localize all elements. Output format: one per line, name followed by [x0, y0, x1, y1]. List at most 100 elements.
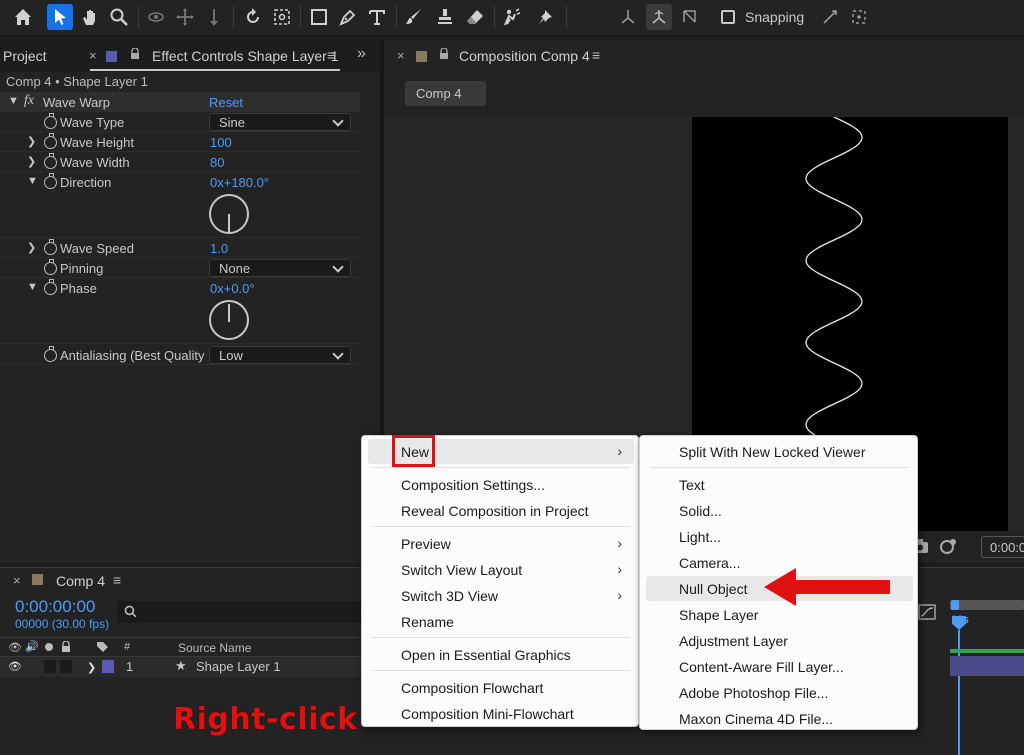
wave-type-dropdown[interactable]: Sine: [209, 113, 351, 131]
close-tab-icon[interactable]: ×: [13, 573, 21, 588]
lock-icon[interactable]: [61, 640, 71, 653]
work-area-bar[interactable]: [950, 600, 1024, 610]
tab-project[interactable]: Project: [3, 48, 47, 64]
menu-item-reveal-composition[interactable]: Reveal Composition in Project: [368, 498, 634, 523]
menu-item-text[interactable]: Text: [646, 472, 913, 497]
comp-navigator-button[interactable]: Comp 4: [405, 81, 486, 106]
lock-toggle[interactable]: [60, 660, 72, 673]
chevron-down-icon[interactable]: ▼: [27, 175, 38, 187]
lock-icon[interactable]: [439, 47, 449, 60]
menu-item-preview[interactable]: Preview ›: [368, 531, 634, 556]
panel-menu-icon[interactable]: ≡: [592, 47, 600, 63]
layer-name[interactable]: Shape Layer 1: [196, 659, 281, 674]
pan-camera-icon[interactable]: [172, 4, 198, 30]
selection-tool-icon[interactable]: [47, 4, 73, 30]
stopwatch-icon[interactable]: [44, 279, 57, 295]
phase-value[interactable]: 0x+0.0°: [210, 281, 255, 296]
stopwatch-icon[interactable]: [44, 239, 57, 255]
eraser-tool-icon[interactable]: [462, 4, 488, 30]
wave-width-value[interactable]: 80: [210, 155, 224, 170]
brush-tool-icon[interactable]: [401, 4, 427, 30]
timeline-track-area[interactable]: 10s: [950, 598, 1024, 755]
snap-edges-icon[interactable]: [817, 4, 843, 30]
clone-stamp-tool-icon[interactable]: [432, 4, 458, 30]
menu-item-split-with-new-locked-viewer[interactable]: Split With New Locked Viewer: [646, 439, 913, 464]
panel-menu-icon[interactable]: ≡: [327, 47, 335, 63]
chevron-down-icon[interactable]: ▼: [27, 281, 38, 293]
timeline-search-input[interactable]: [117, 601, 362, 623]
eye-icon[interactable]: 👁: [8, 641, 22, 654]
direction-dial[interactable]: [209, 194, 249, 234]
rectangle-tool-icon[interactable]: [306, 4, 332, 30]
close-tab-icon[interactable]: ×: [397, 48, 405, 63]
menu-item-open-essential-graphics[interactable]: Open in Essential Graphics: [368, 642, 634, 667]
layer-label-color[interactable]: [102, 660, 114, 673]
menu-item-light[interactable]: Light...: [646, 524, 913, 549]
stopwatch-icon[interactable]: [44, 153, 57, 169]
menu-item-adobe-photoshop-file[interactable]: Adobe Photoshop File...: [646, 680, 913, 705]
menu-item-rename[interactable]: Rename: [368, 609, 634, 634]
audio-icon[interactable]: 🔊: [25, 640, 39, 653]
chevron-right-icon[interactable]: ❯: [87, 661, 96, 674]
direction-value[interactable]: 0x+180.0°: [210, 175, 269, 190]
graph-editor-icon[interactable]: [918, 603, 936, 621]
chevron-right-icon[interactable]: ❯: [27, 135, 36, 148]
reset-link[interactable]: Reset: [209, 95, 243, 110]
tab-timeline-comp[interactable]: Comp 4: [56, 573, 105, 589]
panel-menu-icon[interactable]: ≡: [113, 572, 121, 588]
puppet-pin-tool-icon[interactable]: [533, 4, 559, 30]
world-axis-mode-icon[interactable]: [646, 4, 672, 30]
stopwatch-icon[interactable]: [44, 113, 57, 129]
stopwatch-icon[interactable]: [44, 259, 57, 275]
antialiasing-dropdown[interactable]: Low: [209, 346, 351, 364]
tab-composition[interactable]: Composition Comp 4: [459, 48, 590, 64]
layer-duration-bar[interactable]: [950, 649, 1024, 653]
pinning-dropdown[interactable]: None: [209, 259, 351, 277]
label-tag-icon[interactable]: [96, 641, 109, 653]
phase-dial[interactable]: [209, 300, 249, 340]
hand-tool-icon[interactable]: [77, 4, 103, 30]
work-area-start-handle[interactable]: [951, 600, 959, 610]
timeline-timecode[interactable]: 0:00:00:00: [15, 597, 95, 617]
lock-icon[interactable]: [130, 47, 140, 60]
show-snapshot-icon[interactable]: [938, 537, 958, 555]
menu-item-maxon-cinema-4d-file[interactable]: Maxon Cinema 4D File...: [646, 706, 913, 731]
view-axis-mode-icon[interactable]: [677, 4, 703, 30]
anchor-point-tool-icon[interactable]: [269, 4, 295, 30]
menu-item-composition-settings[interactable]: Composition Settings...: [368, 472, 634, 497]
column-source-name[interactable]: Source Name: [178, 641, 251, 655]
stopwatch-icon[interactable]: [44, 133, 57, 149]
zoom-tool-icon[interactable]: [106, 4, 132, 30]
menu-item-content-aware-fill-layer[interactable]: Content-Aware Fill Layer...: [646, 654, 913, 679]
menu-item-switch-3d-view[interactable]: Switch 3D View ›: [368, 583, 634, 608]
rotate-tool-icon[interactable]: [240, 4, 266, 30]
tab-effect-controls[interactable]: Effect Controls Shape Layer 1: [152, 48, 339, 64]
local-axis-mode-icon[interactable]: [615, 4, 641, 30]
stopwatch-icon[interactable]: [44, 173, 57, 189]
orbit-camera-icon[interactable]: [143, 4, 169, 30]
wave-speed-value[interactable]: 1.0: [210, 241, 228, 256]
current-time-field[interactable]: 0:00:0: [981, 536, 1024, 558]
solo-icon[interactable]: [45, 643, 53, 651]
roto-brush-tool-icon[interactable]: [499, 4, 525, 30]
snapping-checkbox[interactable]: [721, 10, 735, 24]
eye-icon[interactable]: 👁: [8, 660, 22, 673]
type-tool-icon[interactable]: [364, 4, 390, 30]
menu-item-switch-view-layout[interactable]: Switch View Layout ›: [368, 557, 634, 582]
solo-toggle[interactable]: [44, 660, 56, 673]
playhead-icon[interactable]: [952, 616, 966, 630]
layer-row[interactable]: 👁 ❯ 1 ★ Shape Layer 1: [0, 657, 362, 677]
stopwatch-icon[interactable]: [44, 346, 57, 362]
pen-tool-icon[interactable]: [335, 4, 361, 30]
layer-bar[interactable]: [950, 656, 1024, 676]
expand-panels-icon[interactable]: »: [357, 45, 366, 63]
chevron-right-icon[interactable]: ❯: [27, 155, 36, 168]
close-tab-icon[interactable]: ×: [89, 48, 97, 63]
menu-item-composition-flowchart[interactable]: Composition Flowchart: [368, 675, 634, 700]
snap-features-icon[interactable]: [846, 4, 872, 30]
wave-height-value[interactable]: 100: [210, 135, 232, 150]
menu-item-composition-mini-flowchart[interactable]: Composition Mini-Flowchart: [368, 701, 634, 726]
fx-icon[interactable]: fx: [24, 93, 34, 109]
menu-item-solid[interactable]: Solid...: [646, 498, 913, 523]
chevron-down-icon[interactable]: ▼: [8, 95, 19, 107]
